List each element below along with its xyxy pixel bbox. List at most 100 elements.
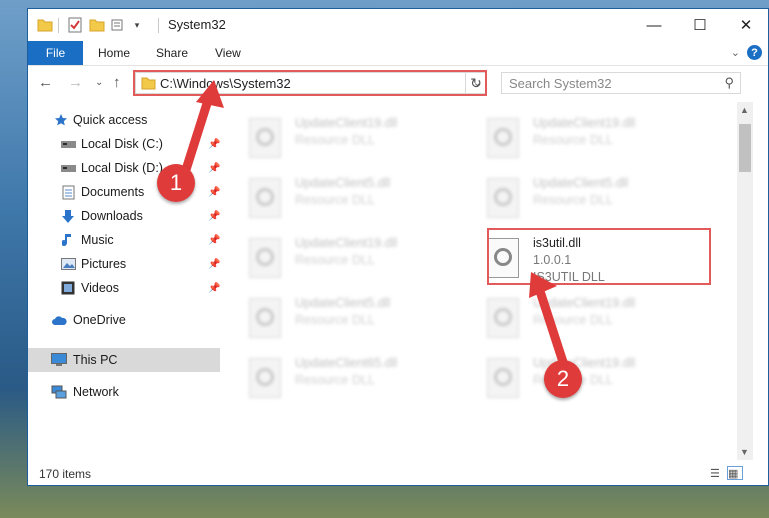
sidebar-item-downloads[interactable]: Downloads 📌 bbox=[28, 204, 220, 228]
download-arrow-icon bbox=[60, 208, 76, 224]
expand-ribbon-icon[interactable]: ⌄ bbox=[731, 46, 740, 59]
gear-icon bbox=[494, 188, 512, 206]
sidebar-item-this-pc[interactable]: This PC bbox=[28, 348, 220, 372]
file-explorer-window: ▾ System32 — ☐ ✕ File Home Share View ⌄ … bbox=[27, 8, 769, 486]
maximize-button[interactable]: ☐ bbox=[677, 9, 723, 41]
sidebar-item-network[interactable]: Network bbox=[28, 380, 220, 404]
sidebar-item-label: Pictures bbox=[81, 257, 127, 271]
list-item[interactable]: UpdateClient19.dll Resource DLL bbox=[225, 110, 465, 162]
gear-icon bbox=[494, 368, 512, 386]
large-icons-view-icon[interactable]: ▦ bbox=[727, 466, 743, 480]
quick-access-dropdown-icon[interactable]: ▾ bbox=[128, 16, 146, 34]
help-icon[interactable]: ? bbox=[747, 45, 762, 60]
vertical-scrollbar[interactable]: ▲ ▼ bbox=[737, 102, 753, 460]
pictures-icon bbox=[60, 256, 76, 272]
search-input[interactable]: Search System32 ⚲ bbox=[501, 72, 741, 94]
gear-icon bbox=[256, 308, 274, 326]
gear-icon bbox=[256, 368, 274, 386]
new-folder-icon[interactable] bbox=[88, 16, 106, 34]
list-item[interactable]: UpdateClient5.dll Resource DLL bbox=[225, 170, 465, 222]
pin-icon[interactable]: 📌 bbox=[208, 259, 220, 270]
navigation-bar: ← → ⌄ ↑ C:\Windows\System32 ⌄ ↻ Search S… bbox=[28, 66, 768, 100]
sidebar-item-label: Downloads bbox=[81, 209, 143, 223]
sidebar-item-pictures[interactable]: Pictures 📌 bbox=[28, 252, 220, 276]
recent-locations-icon[interactable]: ⌄ bbox=[95, 77, 103, 88]
scroll-thumb[interactable] bbox=[739, 124, 751, 172]
list-item[interactable]: UpdateClient65.dll Resource DLL bbox=[225, 350, 465, 402]
list-item[interactable]: UpdateClient19.dll Resource DLL bbox=[463, 110, 703, 162]
sidebar-item-label: Documents bbox=[81, 185, 145, 199]
pin-icon[interactable]: 📌 bbox=[208, 235, 220, 246]
customize-toolbar-icon[interactable] bbox=[110, 16, 128, 34]
file-type: Resource DLL bbox=[295, 313, 375, 327]
list-item[interactable]: UpdateClient5.dll Resource DLL bbox=[225, 290, 465, 342]
close-button[interactable]: ✕ bbox=[723, 9, 769, 41]
list-item[interactable]: UpdateClient19.dll Resource DLL bbox=[463, 290, 703, 342]
properties-icon[interactable] bbox=[66, 16, 84, 34]
tab-home[interactable]: Home bbox=[98, 46, 130, 60]
sidebar-item-label: Videos bbox=[81, 281, 119, 295]
pin-icon[interactable]: 📌 bbox=[208, 283, 220, 294]
sidebar-item-label: Quick access bbox=[73, 113, 148, 127]
minimize-button[interactable]: — bbox=[631, 9, 677, 41]
sidebar-item-label: Local Disk (D:) bbox=[81, 161, 163, 175]
file-name: UpdateClient19.dll bbox=[295, 116, 398, 130]
tab-share[interactable]: Share bbox=[156, 46, 188, 60]
star-icon bbox=[53, 112, 69, 128]
sidebar-item-label: Music bbox=[81, 233, 114, 247]
back-arrow-icon[interactable]: ← bbox=[38, 74, 53, 91]
sidebar-item-onedrive[interactable]: OneDrive bbox=[28, 308, 220, 332]
sidebar-item-label: OneDrive bbox=[73, 313, 126, 327]
list-item[interactable]: UpdateClient19.dll Resource DLL bbox=[225, 230, 465, 282]
file-type: Resource DLL bbox=[295, 193, 375, 207]
file-type: Resource DLL bbox=[533, 133, 613, 147]
gear-icon bbox=[494, 308, 512, 326]
sidebar-item-music[interactable]: Music 📌 bbox=[28, 228, 220, 252]
up-arrow-icon[interactable]: ↑ bbox=[113, 74, 121, 91]
pin-icon[interactable]: 📌 bbox=[208, 211, 220, 222]
list-item[interactable]: UpdateClient5.dll Resource DLL bbox=[463, 170, 703, 222]
drive-icon bbox=[60, 136, 76, 152]
monitor-icon bbox=[51, 352, 67, 368]
file-name: UpdateClient5.dll bbox=[295, 296, 391, 310]
videos-icon bbox=[60, 280, 76, 296]
tab-view[interactable]: View bbox=[215, 46, 241, 60]
details-view-icon[interactable]: ☰ bbox=[710, 467, 724, 480]
forward-arrow-icon[interactable]: → bbox=[68, 74, 83, 91]
gear-icon bbox=[256, 128, 274, 146]
ribbon-tabs: File Home Share View ⌄ ? bbox=[28, 41, 768, 66]
gear-icon bbox=[256, 188, 274, 206]
drive-icon bbox=[60, 160, 76, 176]
title-bar: ▾ System32 — ☐ ✕ bbox=[28, 9, 768, 41]
status-bar: 170 items ☰ ▦ bbox=[28, 462, 768, 486]
search-placeholder: Search System32 bbox=[509, 76, 612, 91]
file-type: Resource DLL bbox=[295, 133, 375, 147]
sidebar-item-label: Network bbox=[73, 385, 119, 399]
sidebar-item-label: Local Disk (C:) bbox=[81, 137, 163, 151]
tab-file[interactable]: File bbox=[28, 41, 83, 65]
step-badge-2: 2 bbox=[544, 360, 582, 398]
divider bbox=[58, 18, 59, 33]
network-icon bbox=[51, 384, 67, 400]
search-icon[interactable]: ⚲ bbox=[724, 75, 734, 91]
folder-icon[interactable] bbox=[36, 16, 54, 34]
file-type: Resource DLL bbox=[533, 193, 613, 207]
cloud-icon bbox=[51, 312, 67, 328]
sidebar-item-videos[interactable]: Videos 📌 bbox=[28, 276, 220, 300]
list-item[interactable]: UpdateClient19.dll Resource DLL bbox=[463, 350, 703, 402]
gear-icon bbox=[256, 248, 274, 266]
annotation-arrow-2 bbox=[529, 272, 568, 367]
sidebar-item-label: This PC bbox=[73, 353, 118, 367]
file-name: UpdateClient19.dll bbox=[295, 236, 398, 250]
documents-icon bbox=[60, 184, 76, 200]
scroll-up-icon[interactable]: ▲ bbox=[740, 105, 749, 115]
file-name: UpdateClient19.dll bbox=[533, 116, 636, 130]
divider bbox=[158, 18, 159, 33]
file-highlight-box bbox=[487, 228, 711, 285]
scroll-down-icon[interactable]: ▼ bbox=[740, 447, 749, 457]
file-name: UpdateClient5.dll bbox=[533, 176, 629, 190]
window-title: System32 bbox=[168, 17, 226, 32]
gear-icon bbox=[494, 128, 512, 146]
file-name: UpdateClient5.dll bbox=[295, 176, 391, 190]
music-note-icon bbox=[60, 232, 76, 248]
